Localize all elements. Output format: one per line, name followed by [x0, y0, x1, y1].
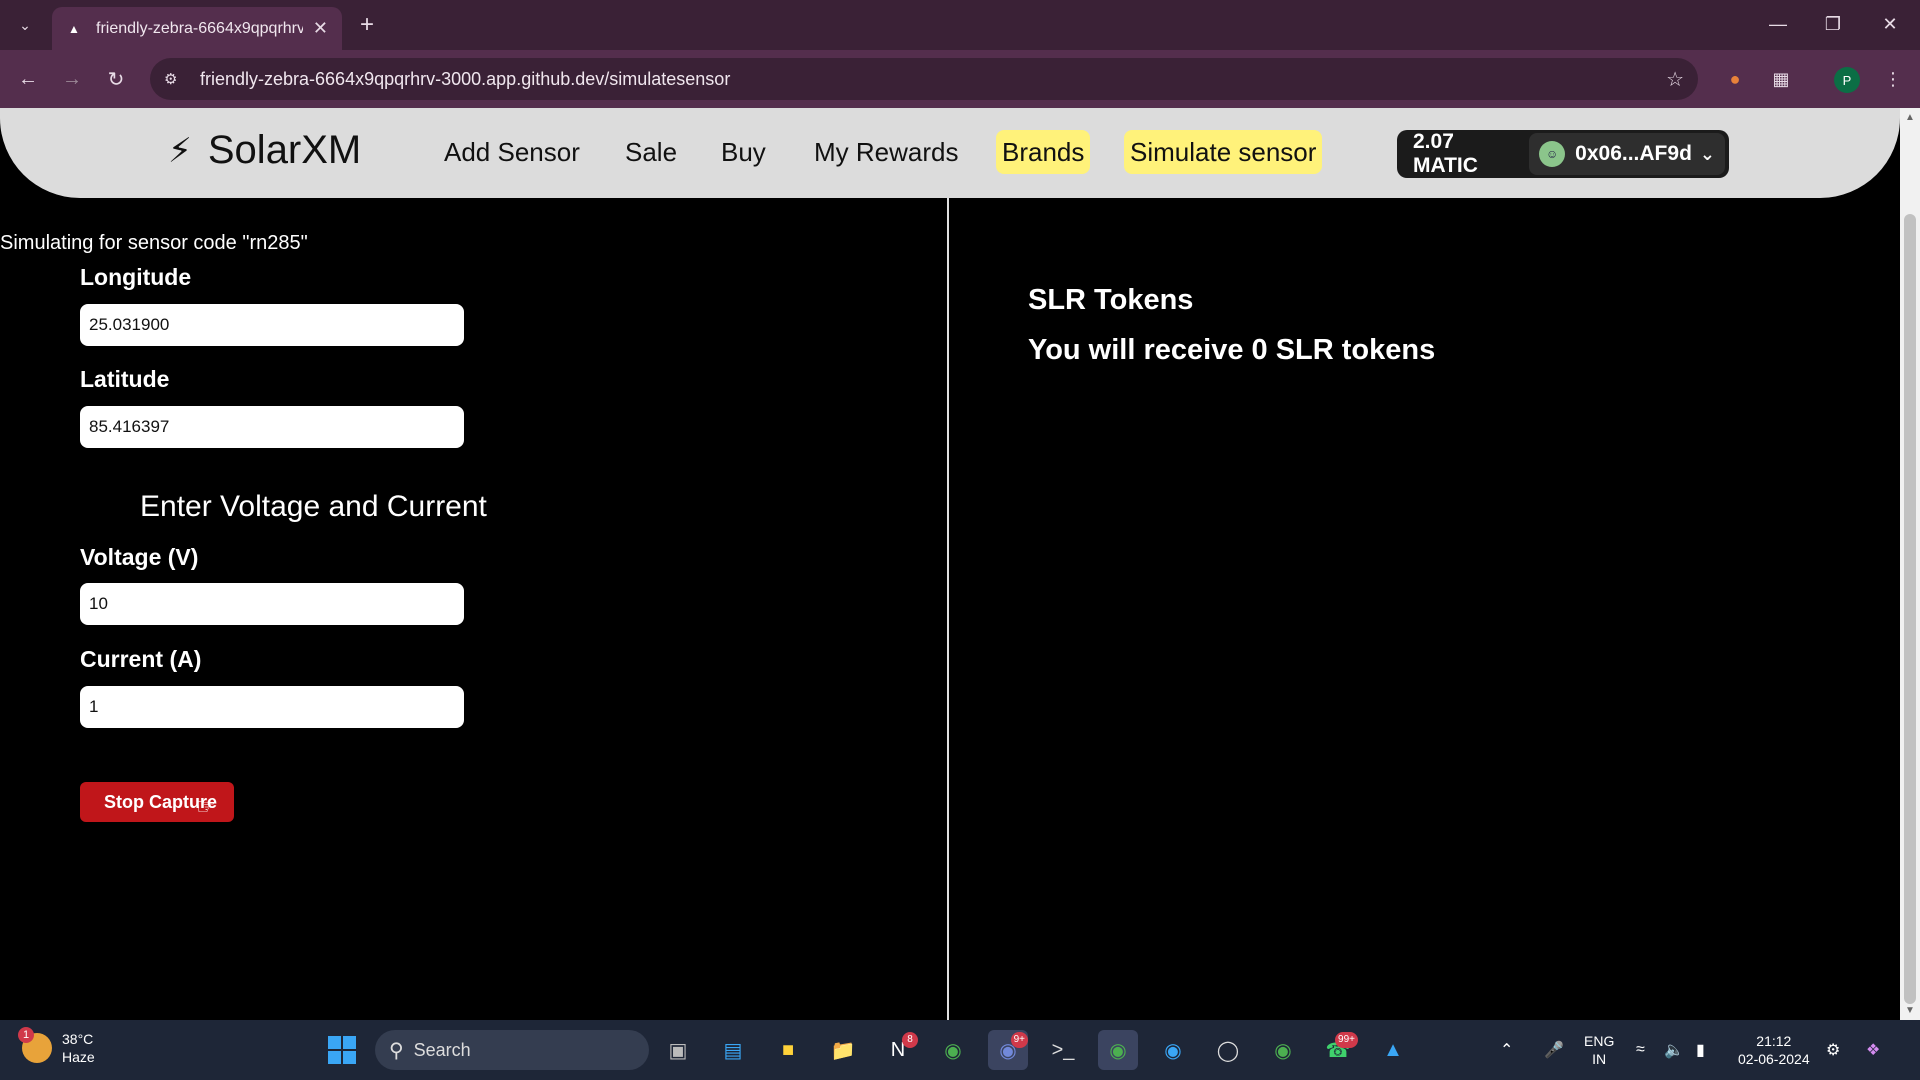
copilot-icon[interactable]: ❖: [1866, 1020, 1880, 1080]
scrollbar-thumb[interactable]: [1904, 214, 1916, 1004]
simulating-status: Simulating for sensor code "rn285": [0, 232, 308, 254]
clock[interactable]: 21:12 02-06-2024: [1738, 1020, 1810, 1080]
whatsapp-icon[interactable]: ☎ 99+: [1318, 1030, 1358, 1070]
notion-icon[interactable]: N8: [878, 1030, 918, 1070]
tab-close-icon[interactable]: ✕: [313, 18, 328, 39]
obs-icon[interactable]: ◯: [1208, 1030, 1248, 1070]
voltage-current-heading: Enter Voltage and Current: [140, 490, 487, 523]
minimize-icon[interactable]: —: [1758, 8, 1798, 40]
language-indicator[interactable]: ENG IN: [1584, 1020, 1614, 1080]
brand-logo[interactable]: ⚡ SolarXM: [168, 128, 361, 173]
edge-icon[interactable]: ◉: [1153, 1030, 1193, 1070]
forward-arrow-icon[interactable]: →: [56, 63, 88, 95]
nav-buy[interactable]: Buy: [715, 130, 772, 174]
bookmark-star-icon[interactable]: ☆: [1666, 67, 1684, 92]
latitude-label: Latitude: [80, 366, 170, 392]
weather-badge: 1: [18, 1027, 34, 1043]
restore-icon[interactable]: ❐: [1813, 8, 1853, 40]
chrome-profile-icon[interactable]: ◉: [933, 1030, 973, 1070]
browser-tabstrip: ⌄ ▲ friendly-zebra-6664x9qpqrhrv-3 ✕ + —…: [0, 0, 1920, 50]
nav-simulate-sensor[interactable]: Simulate sensor: [1124, 130, 1323, 174]
voltage-label: Voltage (V): [80, 544, 199, 570]
task-view-icon[interactable]: ▣: [658, 1030, 698, 1070]
chrome-active-icon[interactable]: ◉: [1098, 1030, 1138, 1070]
brand-name: SolarXM: [207, 128, 362, 172]
wallet-balance: 2.07 MATIC: [1413, 130, 1478, 177]
new-tab-plus-icon[interactable]: +: [352, 10, 382, 40]
nav-brands[interactable]: Brands: [996, 130, 1091, 174]
scroll-down-icon[interactable]: ▼: [1905, 1005, 1915, 1016]
windows-taskbar: 1 38°C Haze ⚲ Search ▣ ▤ ■ 📁 N8 ◉ ◉ 9+ >_…: [0, 1020, 1920, 1080]
battery-icon[interactable]: ▮: [1696, 1020, 1705, 1080]
lightning-bolt-icon: ⚡: [168, 131, 192, 170]
clock-time: 21:12: [1756, 1033, 1792, 1049]
profile-avatar[interactable]: P: [1834, 67, 1860, 93]
current-label: Current (A): [80, 646, 202, 672]
whatsapp-badge: 99+: [1335, 1032, 1358, 1048]
voltage-input[interactable]: [80, 583, 464, 625]
wifi-icon[interactable]: ≈: [1636, 1020, 1645, 1080]
page-content: ⚡ SolarXM Add Sensor Sale Buy My Rewards…: [0, 108, 1900, 1020]
language-top: ENG: [1584, 1033, 1615, 1049]
wallet-account-button[interactable]: ☺ 0x06...AF9d ⌄: [1529, 133, 1725, 175]
tab-title: friendly-zebra-6664x9qpqrhrv-3: [96, 19, 303, 37]
wallet-connect-button[interactable]: 2.07 MATIC ☺ 0x06...AF9d ⌄: [1397, 130, 1729, 178]
tray-overflow-icon[interactable]: ⌃: [1500, 1020, 1513, 1080]
extensions-puzzle-icon[interactable]: ▦: [1766, 64, 1796, 94]
terminal-icon[interactable]: >_: [1043, 1030, 1083, 1070]
slr-tokens-title: SLR Tokens: [1028, 284, 1194, 316]
weather-condition: Haze: [62, 1049, 95, 1065]
address-url: friendly-zebra-6664x9qpqrhrv-3000.app.gi…: [200, 68, 731, 89]
reload-icon[interactable]: ↻: [100, 63, 132, 95]
metamask-fox-icon[interactable]: ●: [1720, 64, 1750, 94]
current-input[interactable]: [80, 686, 464, 728]
site-settings-icon[interactable]: ⚙: [164, 70, 186, 88]
wallet-address: 0x06...AF9d: [1575, 142, 1692, 165]
address-bar[interactable]: ⚙ friendly-zebra-6664x9qpqrhrv-3000.app.…: [150, 58, 1698, 100]
wallet-avatar-icon: ☺: [1539, 141, 1566, 167]
latitude-input[interactable]: [80, 406, 464, 448]
hand-cursor-icon: ☞: [196, 794, 216, 819]
notion-badge: 8: [902, 1032, 918, 1048]
nav-sale[interactable]: Sale: [619, 130, 683, 174]
longitude-input[interactable]: [80, 304, 464, 346]
chevron-down-icon: ⌄: [1699, 143, 1715, 164]
tab-favicon-icon: ▲: [68, 21, 80, 36]
weather-icon: 1: [18, 1027, 52, 1063]
chrome-icon[interactable]: ◉: [1263, 1030, 1303, 1070]
tab-search-chevron-icon[interactable]: ⌄: [10, 10, 40, 40]
weather-temperature: 38°C: [62, 1031, 94, 1047]
nav-add-sensor[interactable]: Add Sensor: [438, 130, 586, 174]
page-scrollbar[interactable]: ▲ ▼: [1900, 108, 1920, 1020]
discord-badge: 9+: [1010, 1032, 1028, 1048]
nav-my-rewards[interactable]: My Rewards: [808, 130, 964, 174]
language-bottom: IN: [1592, 1051, 1607, 1067]
site-navbar: ⚡ SolarXM Add Sensor Sale Buy My Rewards…: [0, 108, 1900, 198]
taskbar-search-label: Search: [413, 1039, 471, 1060]
photos-icon[interactable]: ▲: [1373, 1030, 1413, 1070]
browser-toolbar: ← → ↻ ⚙ friendly-zebra-6664x9qpqrhrv-300…: [0, 50, 1920, 108]
browser-menu-icon[interactable]: ⋮: [1878, 64, 1908, 94]
search-icon: ⚲: [389, 1039, 404, 1062]
microphone-icon[interactable]: 🎤: [1544, 1020, 1564, 1080]
back-arrow-icon[interactable]: ←: [12, 63, 44, 95]
browser-tab-active[interactable]: ▲ friendly-zebra-6664x9qpqrhrv-3 ✕: [52, 7, 342, 50]
scroll-up-icon[interactable]: ▲: [1905, 112, 1915, 123]
clock-date: 02-06-2024: [1738, 1051, 1810, 1067]
volume-icon[interactable]: 🔈: [1664, 1020, 1684, 1080]
sticky-notes-icon[interactable]: ■: [768, 1030, 808, 1070]
taskbar-search[interactable]: ⚲ Search: [375, 1030, 649, 1070]
longitude-label: Longitude: [80, 264, 192, 290]
discord-icon[interactable]: ◉ 9+: [988, 1030, 1028, 1070]
column-divider: [947, 198, 949, 1020]
slr-tokens-receive: You will receive 0 SLR tokens: [1028, 334, 1436, 366]
focus-assist-icon[interactable]: ⚙: [1826, 1020, 1840, 1080]
weather-widget[interactable]: 1 38°C Haze: [18, 1027, 95, 1066]
window-close-icon[interactable]: ✕: [1870, 8, 1910, 40]
file-explorer-icon[interactable]: 📁: [823, 1030, 863, 1070]
widgets-icon[interactable]: ▤: [713, 1030, 753, 1070]
start-windows-icon[interactable]: [322, 1030, 362, 1070]
